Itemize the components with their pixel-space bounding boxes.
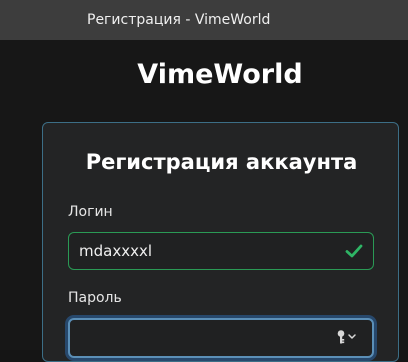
window-titlebar: Регистрация - VimeWorld <box>0 0 408 40</box>
check-icon <box>345 244 363 258</box>
password-input[interactable] <box>68 318 374 358</box>
login-input[interactable] <box>68 232 374 270</box>
registration-card: Регистрация аккаунта Логин Пароль <box>42 122 399 362</box>
password-label: Пароль <box>68 290 122 306</box>
brand-logo-text: VimeWorld <box>137 59 303 90</box>
form-title: Регистрация аккаунта <box>85 150 358 174</box>
window-title: Регистрация - VimeWorld <box>87 12 271 28</box>
registration-page: VimeWorld Регистрация аккаунта Логин Пар… <box>0 40 408 362</box>
key-icon[interactable] <box>336 329 358 345</box>
login-label: Логин <box>68 204 113 220</box>
